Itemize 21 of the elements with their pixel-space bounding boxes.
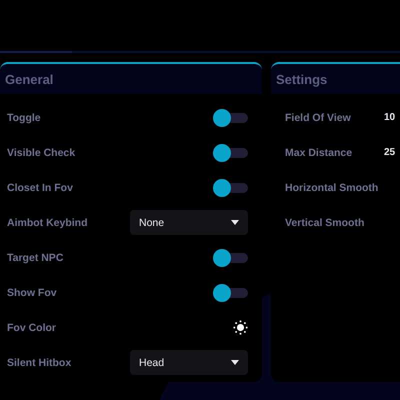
setting-label: Horizontal Smooth <box>285 182 380 194</box>
caret-icon <box>231 220 239 225</box>
setting-label: Aimbot Keybind <box>7 216 88 228</box>
setting-label: Show Fov <box>7 286 57 298</box>
panel-title: General <box>0 62 262 94</box>
setting-label: Silent Hitbox <box>7 356 72 368</box>
value-text: 10 <box>384 112 396 123</box>
setting-label: Max Distance <box>285 146 354 158</box>
caret-icon <box>231 360 239 365</box>
dropdown[interactable]: None <box>130 210 248 235</box>
setting-label: Vertical Smooth <box>285 216 366 228</box>
sun-icon[interactable] <box>233 320 248 335</box>
panel-title: Settings <box>271 62 400 94</box>
setting-label: Toggle <box>7 112 41 124</box>
setting-label: Closet In Fov <box>7 182 73 194</box>
dropdown[interactable]: Head <box>130 350 248 375</box>
setting-label: Fov Color <box>7 322 56 334</box>
setting-label: Visible Check <box>7 146 76 158</box>
value-text: 25 <box>384 147 396 158</box>
setting-label: Field Of View <box>285 112 352 124</box>
setting-label: Target NPC <box>7 252 64 264</box>
